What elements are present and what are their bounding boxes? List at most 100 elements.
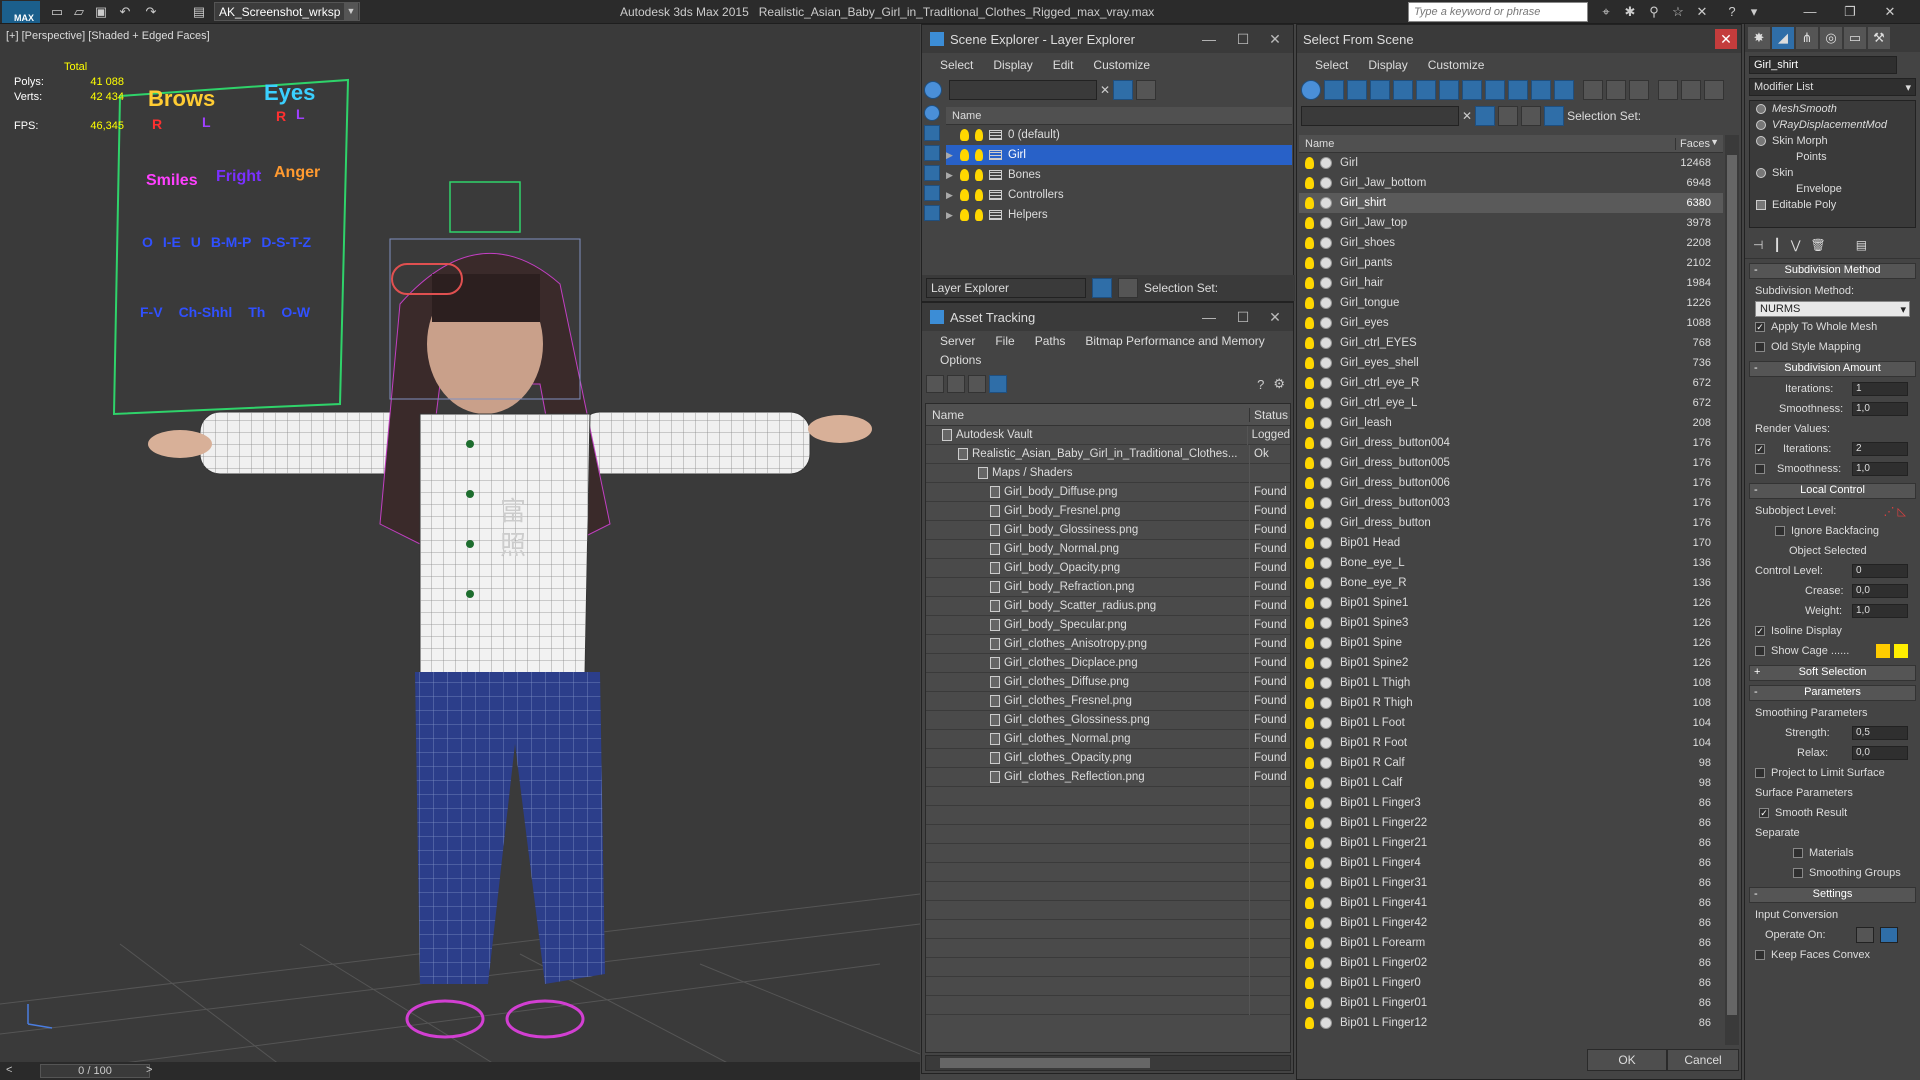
- asset-row[interactable]: Girl_clothes_Normal.png Found: [926, 729, 1290, 749]
- light-bulb-icon[interactable]: [1305, 437, 1314, 449]
- restore-icon[interactable]: ❐: [1840, 3, 1860, 21]
- render-smoothness-spinner[interactable]: 1,0: [1852, 462, 1908, 476]
- hierarchy-filter-icon[interactable]: [1681, 80, 1701, 100]
- object-row[interactable]: Bip01 Spine1 126: [1299, 593, 1723, 613]
- strength-spinner[interactable]: 0,5: [1852, 726, 1908, 740]
- object-row[interactable]: Girl_eyes_shell 736: [1299, 353, 1723, 373]
- close-x-icon[interactable]: ✕: [1692, 3, 1712, 21]
- light-bulb-icon[interactable]: [1305, 397, 1314, 409]
- asset-row[interactable]: Girl_body_Glossiness.png Found: [926, 520, 1290, 540]
- project-folder-icon[interactable]: ▤: [190, 3, 208, 21]
- light-bulb-icon[interactable]: [1305, 597, 1314, 609]
- object-row[interactable]: Girl 12468: [1299, 153, 1723, 173]
- asset-row[interactable]: Girl_clothes_Reflection.png Found: [926, 767, 1290, 787]
- light-bulb-icon[interactable]: [1305, 777, 1314, 789]
- column-status[interactable]: Status: [1250, 408, 1288, 422]
- menu-display[interactable]: Display: [1358, 53, 1417, 77]
- control-level-spinner[interactable]: 0: [1852, 564, 1908, 578]
- create-tab-icon[interactable]: ✸: [1748, 27, 1770, 49]
- object-row[interactable]: Bone_eye_R 136: [1299, 573, 1723, 593]
- stack-skin-morph[interactable]: Skin Morph: [1750, 133, 1915, 149]
- make-unique-icon[interactable]: ⋁: [1791, 238, 1801, 252]
- object-row[interactable]: Bip01 L Calf 98: [1299, 773, 1723, 793]
- asset-row[interactable]: Girl_body_Opacity.png Found: [926, 558, 1290, 578]
- light-bulb-icon[interactable]: [960, 209, 969, 221]
- pin-stack-icon[interactable]: ⊣: [1753, 238, 1763, 252]
- help-icon[interactable]: ?: [1257, 377, 1264, 392]
- keyword-search-input[interactable]: Type a keyword or phrase: [1408, 2, 1588, 22]
- light-bulb-icon[interactable]: [1756, 104, 1766, 114]
- modifier-list-dropdown[interactable]: Modifier List ▾: [1749, 78, 1916, 96]
- light-bulb-icon[interactable]: [1305, 537, 1314, 549]
- light-bulb-icon[interactable]: [1305, 877, 1314, 889]
- object-row[interactable]: Bip01 L Finger12 86: [1299, 1013, 1723, 1033]
- asset-row[interactable]: Girl_body_Refraction.png Found: [926, 577, 1290, 597]
- project-limit-surface-checkbox[interactable]: Project to Limit Surface: [1745, 763, 1920, 783]
- asset-row[interactable]: Girl_body_Diffuse.png Found: [926, 482, 1290, 502]
- close-icon[interactable]: ✕: [1261, 307, 1289, 327]
- object-row[interactable]: Bip01 R Thigh 108: [1299, 693, 1723, 713]
- select-none-icon[interactable]: [1606, 80, 1626, 100]
- isoline-display-checkbox[interactable]: ✓ Isoline Display: [1745, 621, 1920, 641]
- light-bulb-icon[interactable]: [1756, 136, 1766, 146]
- restore-icon[interactable]: ☐: [1229, 29, 1257, 49]
- column-name[interactable]: Name: [926, 407, 1250, 422]
- rollout-soft-selection[interactable]: + Soft Selection: [1749, 665, 1916, 681]
- light-bulb-icon[interactable]: [1305, 757, 1314, 769]
- scrollbar-thumb[interactable]: [940, 1058, 1150, 1068]
- table-view-icon[interactable]: [989, 375, 1007, 393]
- layer-row[interactable]: ▶ Bones: [946, 165, 1292, 185]
- asset-row[interactable]: Girl_clothes_Diffuse.png Found: [926, 672, 1290, 692]
- object-row[interactable]: Girl_dress_button 176: [1299, 513, 1723, 533]
- chevron-right-icon[interactable]: >: [146, 1064, 152, 1076]
- cage-color-swatch-1[interactable]: [1876, 644, 1890, 658]
- weight-spinner[interactable]: 1,0: [1852, 604, 1908, 618]
- object-row[interactable]: Bip01 R Foot 104: [1299, 733, 1723, 753]
- object-row[interactable]: Bip01 Spine3 126: [1299, 613, 1723, 633]
- light-bulb-icon[interactable]: [960, 189, 969, 201]
- menu-select[interactable]: Select: [1305, 53, 1358, 77]
- object-row[interactable]: Bip01 Spine2 126: [1299, 653, 1723, 673]
- object-row[interactable]: Girl_Jaw_bottom 6948: [1299, 173, 1723, 193]
- light-bulb-icon[interactable]: [1305, 377, 1314, 389]
- expand-arrow-icon[interactable]: ▶: [946, 190, 960, 201]
- chevron-down-icon[interactable]: ▾: [1744, 3, 1764, 21]
- light-bulb-icon[interactable]: [1305, 297, 1314, 309]
- operate-polygons-button[interactable]: [1880, 927, 1898, 943]
- freeze-icon[interactable]: [975, 169, 983, 181]
- object-row[interactable]: Girl_dress_button003 176: [1299, 493, 1723, 513]
- object-row[interactable]: Girl_leash 208: [1299, 413, 1723, 433]
- column-faces[interactable]: Faces: [1675, 138, 1710, 150]
- object-row[interactable]: Girl_ctrl_eye_L 672: [1299, 393, 1723, 413]
- workspace-dropdown[interactable]: AK_Screenshot_wrksp: [214, 2, 360, 21]
- cancel-button[interactable]: Cancel: [1667, 1049, 1739, 1071]
- menu-server[interactable]: Server: [930, 331, 985, 351]
- light-bulb-icon[interactable]: [1305, 357, 1314, 369]
- layer-icon[interactable]: [1498, 106, 1519, 126]
- bones-filter-icon[interactable]: [1485, 80, 1505, 100]
- asset-row[interactable]: Girl_clothes_Glossiness.png Found: [926, 710, 1290, 730]
- asset-row[interactable]: Girl_clothes_Opacity.png Found: [926, 748, 1290, 768]
- stack-envelope[interactable]: Envelope: [1750, 181, 1915, 197]
- invert-selection-icon[interactable]: [1629, 80, 1649, 100]
- object-row[interactable]: Girl_ctrl_eye_R 672: [1299, 373, 1723, 393]
- object-row[interactable]: Bip01 L Finger01 86: [1299, 993, 1723, 1013]
- light-bulb-icon[interactable]: [1305, 677, 1314, 689]
- sort-layers-icon[interactable]: [1521, 106, 1542, 126]
- menu-customize[interactable]: Customize: [1083, 53, 1160, 77]
- light-bulb-icon[interactable]: [1305, 557, 1314, 569]
- collapse-icon[interactable]: [1704, 80, 1724, 100]
- clear-search-icon[interactable]: ✕: [1100, 83, 1110, 97]
- menu-display[interactable]: Display: [983, 53, 1042, 77]
- object-row[interactable]: Girl_dress_button005 176: [1299, 453, 1723, 473]
- chevron-down-icon[interactable]: ▾: [1905, 81, 1911, 94]
- light-bulb-icon[interactable]: [1305, 957, 1314, 969]
- menu-paths[interactable]: Paths: [1025, 331, 1076, 351]
- object-row[interactable]: Girl_ctrl_EYES 768: [1299, 333, 1723, 353]
- lights-filter-icon[interactable]: [1347, 80, 1367, 100]
- render-smoothness-checkbox[interactable]: [1755, 464, 1765, 474]
- new-file-icon[interactable]: ▭: [48, 3, 66, 21]
- ok-button[interactable]: OK: [1587, 1049, 1667, 1071]
- rollout-subdivision-method[interactable]: - Subdivision Method: [1749, 263, 1916, 279]
- display-cameras-icon[interactable]: [924, 165, 940, 181]
